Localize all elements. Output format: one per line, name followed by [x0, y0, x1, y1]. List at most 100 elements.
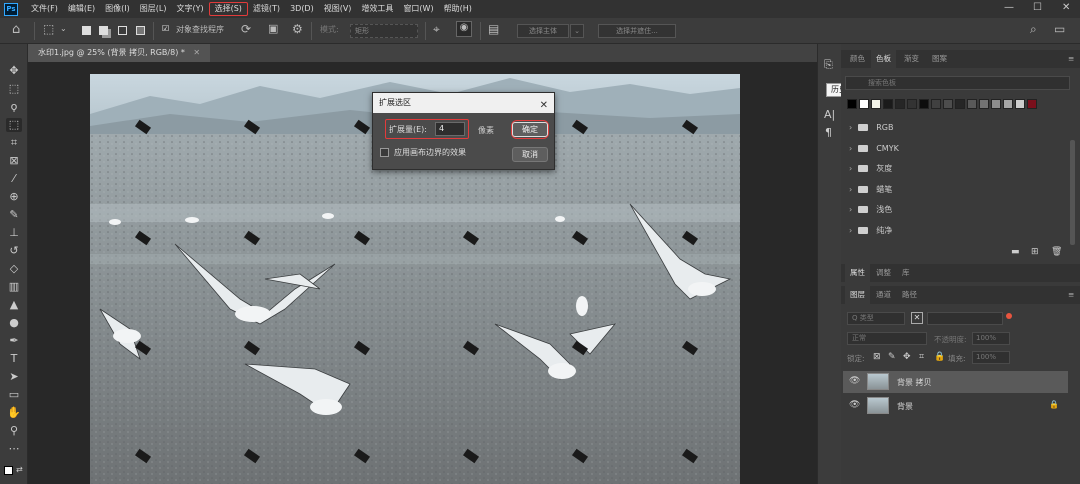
chevron-right-icon[interactable]: ›	[849, 144, 852, 153]
swap-colors-icon[interactable]: ⇄	[16, 465, 23, 474]
foreground-color-swatch[interactable]	[4, 466, 13, 475]
swatch-search-input[interactable]: 搜索色板	[845, 76, 1070, 90]
ok-button[interactable]: 确定	[512, 122, 548, 137]
select-subject-button[interactable]: 选择主体	[517, 24, 569, 38]
pen-tool-icon[interactable]: ✒	[6, 334, 22, 348]
swatch-folder[interactable]: › 灰度	[849, 159, 1064, 179]
paragraph-panel-icon[interactable]: ¶	[825, 126, 832, 139]
lock-pixels-icon[interactable]: ✎	[888, 352, 896, 362]
menu-item[interactable]: 增效工具	[356, 2, 398, 16]
refresh-icon[interactable]: ⟳	[241, 22, 251, 36]
filter-field[interactable]	[927, 312, 1003, 325]
color-swatch[interactable]	[907, 99, 917, 109]
color-swatch[interactable]	[919, 99, 929, 109]
close-tab-icon[interactable]: ✕	[193, 48, 200, 57]
tab-adjustments[interactable]: 调整	[871, 264, 896, 282]
color-swatch[interactable]	[931, 99, 941, 109]
enhance-edge-icon[interactable]: ⌖	[433, 22, 440, 37]
dialog-close-icon[interactable]: ✕	[540, 96, 548, 116]
path-selection-icon[interactable]: ➤	[6, 370, 22, 384]
lasso-tool-icon[interactable]: ϙ	[6, 100, 22, 114]
menu-item[interactable]: 窗口(W)	[398, 2, 438, 16]
expand-amount-input[interactable]: 4	[435, 122, 465, 136]
tab-paths[interactable]: 路径	[897, 286, 922, 304]
object-finder-checkbox[interactable]: ☑	[162, 24, 169, 33]
subtract-selection-icon[interactable]	[118, 26, 127, 35]
opacity-field[interactable]: 100%	[972, 332, 1010, 345]
home-icon[interactable]: ⌂	[12, 22, 20, 37]
tab-libraries[interactable]: 库	[897, 264, 915, 282]
new-selection-icon[interactable]	[82, 26, 91, 35]
color-swatch[interactable]	[1027, 99, 1037, 109]
comment-icon[interactable]: ▤	[488, 22, 499, 36]
tab-color[interactable]: 颜色	[845, 50, 870, 68]
fill-field[interactable]: 100%	[972, 351, 1010, 364]
minimize-icon[interactable]: —	[1004, 2, 1014, 13]
layer-row-background[interactable]: 👁 背景 🔒	[843, 395, 1068, 417]
maximize-icon[interactable]: ☐	[1033, 2, 1042, 13]
swatch-folder[interactable]: › 纯净	[849, 221, 1064, 241]
color-swatch[interactable]	[1015, 99, 1025, 109]
color-swatch[interactable]	[859, 99, 869, 109]
color-swatch[interactable]	[967, 99, 977, 109]
swatch-folder[interactable]: › 浅色	[849, 200, 1064, 220]
sample-all-layers-icon[interactable]: ◉	[456, 21, 472, 37]
lock-artboard-icon[interactable]: ⌗	[919, 352, 924, 362]
menu-item[interactable]: 编辑(E)	[63, 2, 100, 16]
history-brush-icon[interactable]: ↺	[6, 244, 22, 258]
new-swatch-icon[interactable]: ⊞	[1031, 247, 1039, 257]
workspace-icon[interactable]: ▭	[1054, 22, 1065, 36]
add-selection-icon[interactable]	[99, 26, 108, 35]
frame-tool-icon[interactable]: ⊠	[6, 154, 22, 168]
intersect-selection-icon[interactable]	[136, 26, 145, 35]
panel-menu-icon[interactable]: ≡	[1063, 50, 1079, 68]
rectangle-tool-icon[interactable]: ▭	[6, 388, 22, 402]
blur-tool-icon[interactable]: ▲	[6, 298, 22, 312]
select-subject-dropdown[interactable]: ⌄	[570, 24, 584, 38]
menu-item[interactable]: 滤镜(T)	[248, 2, 285, 16]
close-icon[interactable]: ✕	[1062, 2, 1070, 13]
healing-brush-icon[interactable]: ⊕	[6, 190, 22, 204]
chevron-down-icon[interactable]: ⌄	[60, 24, 67, 33]
hand-tool-icon[interactable]: ✋	[6, 406, 22, 420]
history-panel-icon[interactable]: ⎘	[824, 58, 833, 72]
menu-item[interactable]: 选择(S)	[208, 2, 248, 16]
swatch-folder[interactable]: › CMYK	[849, 139, 1064, 159]
color-swatch[interactable]	[991, 99, 1001, 109]
menu-item[interactable]: 图像(I)	[100, 2, 135, 16]
color-swatch[interactable]	[847, 99, 857, 109]
marquee-tool-icon[interactable]: ⬚	[6, 82, 22, 96]
crop-tool-icon[interactable]: ⌗	[6, 136, 22, 150]
blend-mode-select[interactable]: 正常	[847, 332, 927, 345]
eraser-tool-icon[interactable]: ◇	[6, 262, 22, 276]
tab-swatches[interactable]: 色板	[871, 50, 896, 68]
menu-item[interactable]: 图层(L)	[135, 2, 172, 16]
clone-stamp-icon[interactable]: ⊥	[6, 226, 22, 240]
document-tab[interactable]: 水印1.jpg @ 25% (背景 拷贝, RGB/8) * ✕	[28, 44, 211, 62]
chevron-right-icon[interactable]: ›	[849, 185, 852, 194]
filter-status-dot[interactable]	[1006, 313, 1012, 319]
filter-toggle-icon[interactable]: ✕	[911, 312, 923, 324]
character-panel-icon[interactable]: A|	[824, 108, 835, 121]
zoom-tool-icon[interactable]: ⚲	[6, 424, 22, 438]
menu-item[interactable]: 帮助(H)	[439, 2, 477, 16]
visibility-eye-icon[interactable]: 👁	[849, 400, 860, 410]
menu-item[interactable]: 文件(F)	[26, 2, 63, 16]
color-swatch[interactable]	[979, 99, 989, 109]
tab-layers[interactable]: 图层	[845, 286, 870, 304]
mode-select[interactable]: 矩形	[350, 24, 418, 38]
layer-row-background-copy[interactable]: 👁 背景 拷贝	[843, 371, 1068, 393]
type-tool-icon[interactable]: T	[6, 352, 22, 366]
delete-swatch-icon[interactable]: 🗑	[1051, 247, 1062, 257]
color-swatch[interactable]	[895, 99, 905, 109]
menu-item[interactable]: 3D(D)	[285, 2, 319, 16]
object-selection-tool-icon[interactable]: ⬚	[6, 118, 22, 132]
menu-item[interactable]: 视图(V)	[319, 2, 357, 16]
tab-gradients[interactable]: 渐变	[899, 50, 924, 68]
more-tools-icon[interactable]: ⋯	[6, 442, 22, 456]
layers-menu-icon[interactable]: ≡	[1063, 286, 1079, 304]
new-group-icon[interactable]: ▬	[1011, 247, 1020, 257]
swatches-scrollbar[interactable]	[1070, 140, 1075, 245]
chevron-right-icon[interactable]: ›	[849, 123, 852, 132]
gear-icon[interactable]: ⚙	[292, 22, 303, 36]
